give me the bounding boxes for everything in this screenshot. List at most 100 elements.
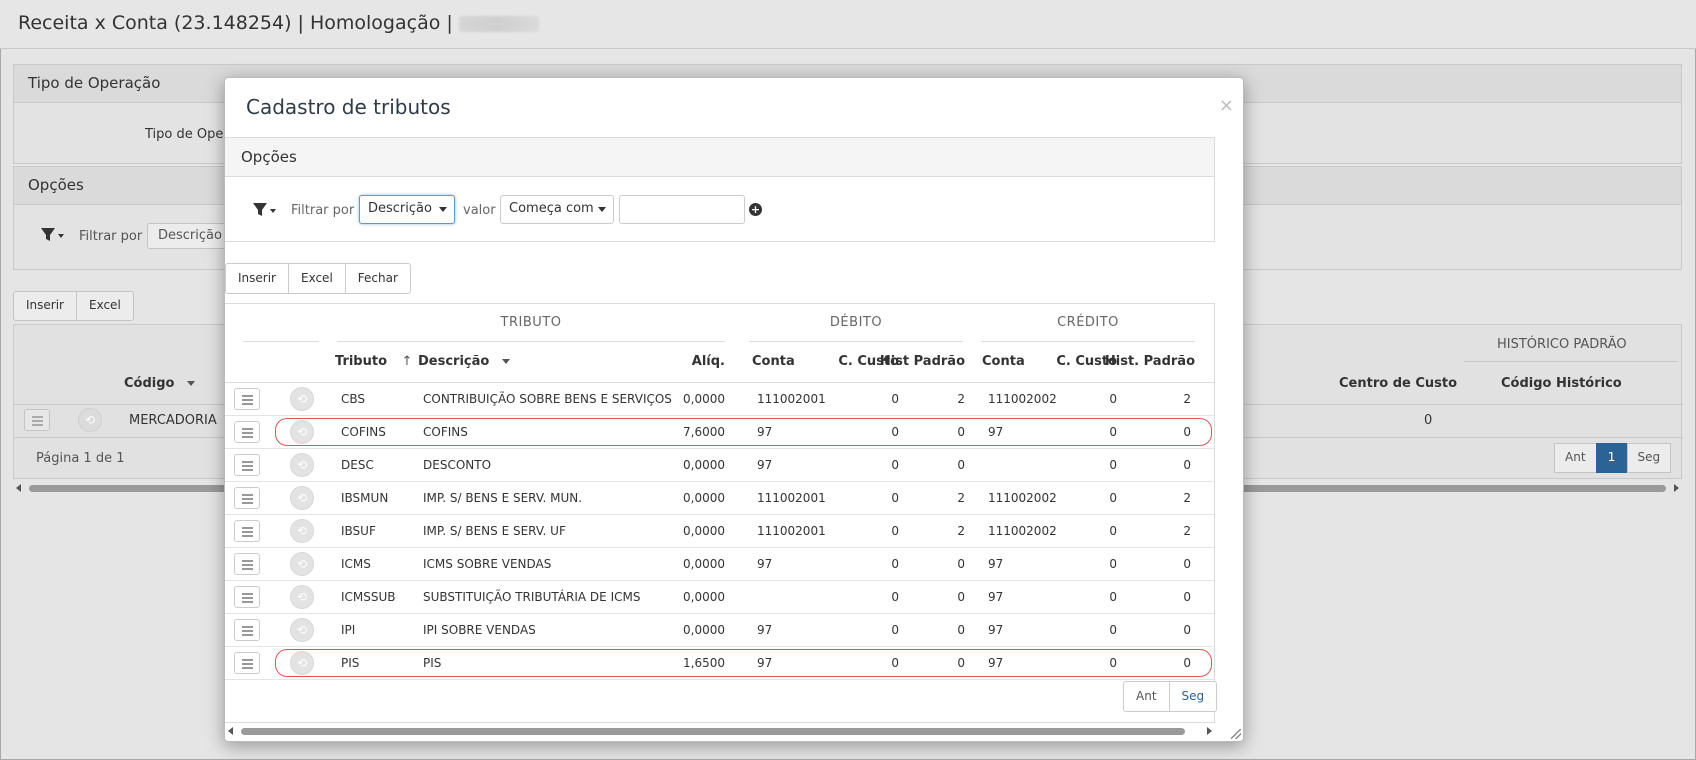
- row-menu-button[interactable]: [234, 553, 260, 575]
- operator-select[interactable]: Começa com: [500, 195, 614, 224]
- cell-descricao: IPI SOBRE VENDAS: [423, 623, 536, 637]
- cell-deb-conta: 97: [757, 557, 773, 571]
- modal-options-panel: Opções Filtrar por Descrição valor Começ…: [225, 137, 1215, 242]
- col-descricao-header[interactable]: Descrição: [418, 354, 510, 369]
- scroll-left-icon[interactable]: [16, 484, 21, 492]
- cell-tributo: ICMSSUB: [341, 590, 396, 604]
- pager-prev-button[interactable]: Ant: [1123, 681, 1170, 712]
- col-debito-hist-header: Hist Padrão: [879, 354, 965, 369]
- row-menu-button[interactable]: [234, 388, 260, 410]
- table-row[interactable]: ⟲ IPI IPI SOBRE VENDAS 0,0000 97 0 0 97 0 0: [225, 614, 1214, 647]
- cell-tributo: IBSUF: [341, 524, 376, 538]
- col-codigo-header[interactable]: Código: [124, 376, 196, 391]
- filter-icon[interactable]: [40, 227, 64, 243]
- modal-toolbar: Inserir Excel Fechar: [225, 263, 411, 294]
- page-title: Receita x Conta (23.148254) | Homologaçã…: [18, 12, 539, 34]
- cell-cred-custo: 0: [1109, 491, 1117, 505]
- row-highlight-outline: [275, 418, 1212, 446]
- cell-cred-conta: 97: [988, 590, 1004, 604]
- cell-tributo: CBS: [341, 392, 366, 406]
- table-row[interactable]: ⟲ IBSMUN IMP. S/ BENS E SERV. MUN. 0,0000 11…: [225, 482, 1214, 515]
- col-descricao-label: Descrição: [418, 354, 490, 369]
- cell-deb-custo: 0: [891, 392, 899, 406]
- col-codigo-historico-header: Código Histórico: [1501, 376, 1622, 391]
- table-row[interactable]: ⟲ CBS CONTRIBUIÇÃO SOBRE BENS E SERVIÇOS 0,…: [225, 383, 1214, 416]
- add-filter-icon[interactable]: +: [749, 203, 762, 216]
- group-divider: [1464, 361, 1678, 362]
- table-row[interactable]: ⟲ PIS PIS 1,6500 97 0 0 97 0 0: [225, 647, 1214, 680]
- cell-descricao: ICMS SOBRE VENDAS: [423, 557, 552, 571]
- menu-icon: [32, 416, 43, 418]
- cell-tributo: IBSMUN: [341, 491, 389, 505]
- cell-cred-conta: 97: [988, 623, 1004, 637]
- cell-cred-hist: 2: [1183, 392, 1191, 406]
- scroll-thumb[interactable]: [241, 728, 1185, 735]
- cell-aliq: 0,0000: [683, 623, 725, 637]
- cell-deb-hist: 2: [957, 491, 965, 505]
- filter-by-label: Filtrar por: [79, 229, 143, 244]
- row-menu-button[interactable]: [234, 652, 260, 674]
- col-aliq-header: Alíq.: [691, 354, 725, 369]
- row-history-icon[interactable]: ⟲: [78, 408, 102, 432]
- row-history-icon[interactable]: ⟲: [290, 486, 314, 510]
- row-menu-button[interactable]: [24, 409, 50, 431]
- row-menu-button[interactable]: [234, 421, 260, 443]
- table-row[interactable]: ⟲ IBSUF IMP. S/ BENS E SERV. UF 0,0000 11100…: [225, 515, 1214, 548]
- modal-title: Cadastro de tributos: [246, 95, 451, 119]
- scroll-left-icon[interactable]: [228, 727, 233, 735]
- insert-button[interactable]: Inserir: [225, 263, 289, 294]
- sort-arrow-up-icon: ↑: [401, 354, 413, 369]
- pager-next-button[interactable]: Seg: [1168, 681, 1218, 712]
- cell-deb-conta: 97: [757, 458, 773, 472]
- row-menu-button[interactable]: [234, 619, 260, 641]
- cell-aliq: 0,0000: [683, 524, 725, 538]
- insert-button[interactable]: Inserir: [13, 291, 77, 321]
- modal-horizontal-scrollbar[interactable]: [225, 724, 1215, 738]
- filter-field-select[interactable]: Descrição: [359, 195, 455, 224]
- page-title-text: Receita x Conta (23.148254) | Homologaçã…: [18, 12, 453, 34]
- group-credito-header: CRÉDITO: [1057, 315, 1119, 330]
- cell-aliq: 0,0000: [683, 458, 725, 472]
- cell-cred-hist: 2: [1183, 491, 1191, 505]
- scroll-right-icon[interactable]: [1207, 727, 1212, 735]
- row-history-icon[interactable]: ⟲: [290, 618, 314, 642]
- table-row[interactable]: ⟲ DESC DESCONTO 0,0000 97 0 0 0 0: [225, 449, 1214, 482]
- scroll-right-icon[interactable]: [1674, 484, 1679, 492]
- filter-field-value: Descrição: [368, 201, 432, 216]
- col-tributo-header[interactable]: Tributo ↑: [335, 354, 412, 369]
- cell-descricao: DESCONTO: [423, 458, 492, 472]
- resize-handle-icon[interactable]: [1231, 729, 1241, 739]
- pager-next-button[interactable]: Seg: [1626, 443, 1672, 473]
- group-divider: [243, 341, 319, 342]
- table-row[interactable]: ⟲ ICMS ICMS SOBRE VENDAS 0,0000 97 0 0 97 0 0: [225, 548, 1214, 581]
- filter-icon[interactable]: [252, 202, 276, 218]
- cell-tributo: DESC: [341, 458, 374, 472]
- close-icon[interactable]: ×: [1219, 95, 1234, 116]
- table-row[interactable]: ⟲ ICMSSUB SUBSTITUIÇÃO TRIBUTÁRIA DE ICMS 0…: [225, 581, 1214, 614]
- row-history-icon[interactable]: ⟲: [290, 552, 314, 576]
- group-divider: [749, 341, 963, 342]
- row-history-icon[interactable]: ⟲: [290, 519, 314, 543]
- row-menu-button[interactable]: [234, 520, 260, 542]
- pager-page-1[interactable]: 1: [1595, 443, 1628, 473]
- cell-aliq: 0,0000: [683, 392, 725, 406]
- cell-deb-custo: 0: [891, 458, 899, 472]
- close-button[interactable]: Fechar: [344, 263, 411, 294]
- excel-button[interactable]: Excel: [287, 263, 346, 294]
- cell-cred-hist: 0: [1183, 458, 1191, 472]
- menu-icon: [242, 527, 253, 529]
- row-menu-button[interactable]: [234, 487, 260, 509]
- row-history-icon[interactable]: ⟲: [290, 387, 314, 411]
- group-divider: [337, 341, 725, 342]
- excel-button[interactable]: Excel: [75, 291, 134, 321]
- row-history-icon[interactable]: ⟲: [290, 585, 314, 609]
- row-menu-button[interactable]: [234, 454, 260, 476]
- table-row[interactable]: ⟲ COFINS COFINS 7,6000 97 0 0 97 0 0: [225, 416, 1214, 449]
- group-divider: [981, 341, 1195, 342]
- row-menu-button[interactable]: [234, 586, 260, 608]
- cell-deb-hist: 2: [957, 524, 965, 538]
- filter-value-input[interactable]: [619, 195, 745, 224]
- col-debito-conta-header: Conta: [752, 354, 795, 369]
- pager-prev-button[interactable]: Ant: [1554, 443, 1597, 473]
- row-history-icon[interactable]: ⟲: [290, 453, 314, 477]
